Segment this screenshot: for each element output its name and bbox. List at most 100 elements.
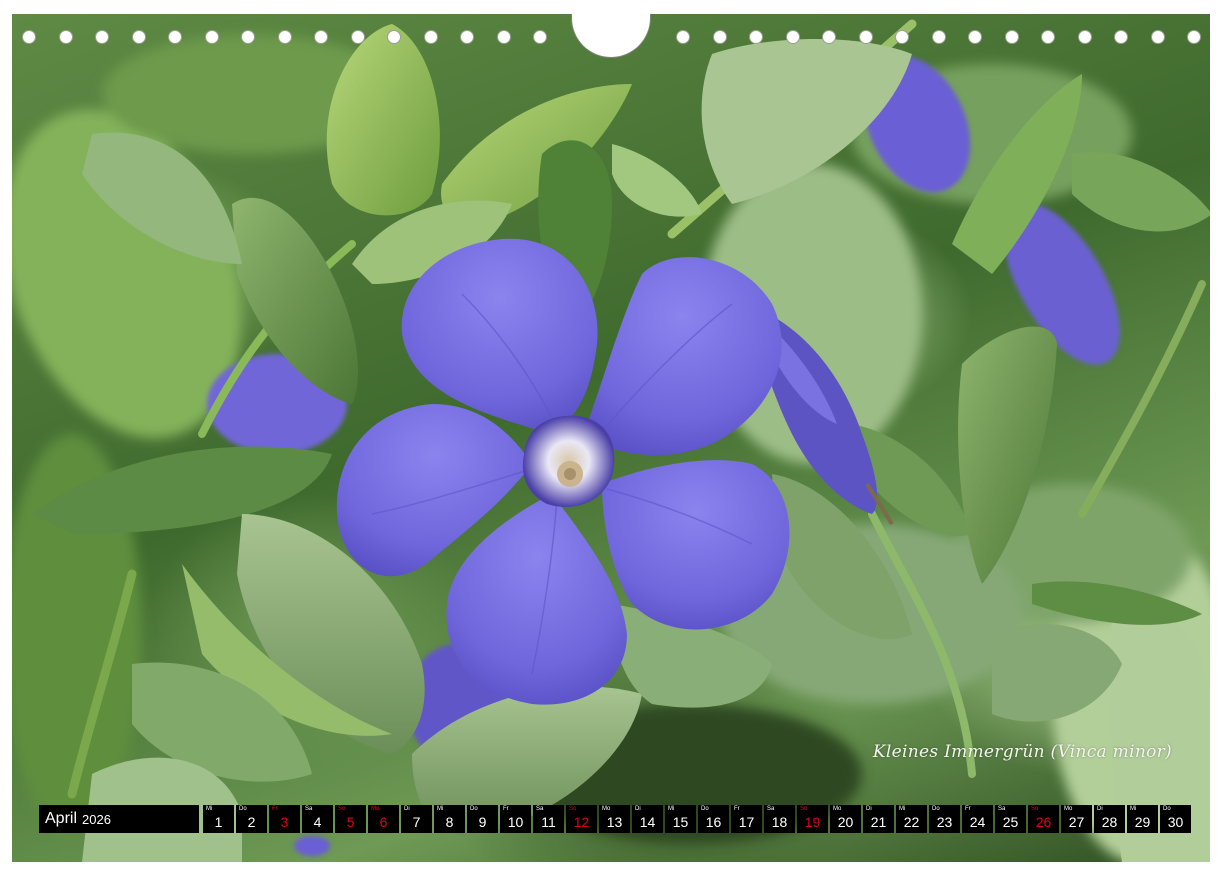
day-number: 14 — [639, 814, 656, 830]
weekday-label: Fr — [965, 806, 971, 812]
punch-hole — [204, 30, 219, 44]
day-number: 13 — [606, 814, 623, 830]
weekday-label: Mo — [371, 806, 380, 812]
calendar-day: So 26 — [1028, 805, 1059, 833]
calendar-day: Sa 18 — [764, 805, 795, 833]
punch-hole — [1077, 30, 1092, 44]
weekday-label: Mi — [1130, 806, 1137, 812]
punch-hole — [712, 30, 727, 44]
punch-hole — [241, 30, 255, 44]
calendar-day: So 12 — [566, 805, 597, 833]
weekday-label: Do — [1163, 806, 1171, 812]
day-number: 5 — [346, 814, 355, 830]
day-number: 23 — [936, 814, 953, 830]
punch-hole — [168, 30, 182, 44]
calendar-strip: April 2026 Mi 1 Do 2 Fr 3 Sa 4 So 5 Mo 6 Di 7 Mi 8 Do 9 Fr… — [39, 805, 1191, 833]
punch-hole — [968, 30, 982, 44]
punch-hole — [895, 30, 909, 44]
weekday-label: So — [1031, 806, 1039, 812]
day-number: 24 — [969, 814, 986, 830]
punch-hole — [58, 30, 73, 44]
calendar-day: So 5 — [335, 805, 366, 833]
punch-hole — [1004, 30, 1019, 44]
weekday-label: So — [569, 806, 577, 812]
month-name: April — [45, 810, 78, 827]
weekday-label: Mo — [833, 806, 842, 812]
punch-hole — [460, 30, 474, 44]
weekday-label: Mi — [206, 806, 213, 812]
day-number: 26 — [1035, 814, 1052, 830]
calendar-day: Fr 3 — [269, 805, 300, 833]
weekday-label: Fr — [272, 806, 278, 812]
calendar-day: Do 30 — [1160, 805, 1191, 833]
day-number: 6 — [379, 814, 388, 830]
periwinkle-photo — [12, 19, 1210, 862]
punch-hole — [387, 30, 401, 44]
calendar-day: Mo 27 — [1061, 805, 1092, 833]
weekday-label: Do — [239, 806, 247, 812]
punch-hole — [676, 30, 690, 44]
calendar-day: Mi 29 — [1127, 805, 1158, 833]
calendar-day: Di 21 — [863, 805, 894, 833]
day-number: 20 — [837, 814, 854, 830]
calendar-day: So 19 — [797, 805, 828, 833]
day-number: 2 — [247, 814, 256, 830]
weekday-label: So — [338, 806, 346, 812]
day-number: 12 — [573, 814, 590, 830]
weekday-label: Do — [701, 806, 709, 812]
day-number: 10 — [507, 814, 524, 830]
month-label: April 2026 — [39, 805, 199, 833]
day-number: 8 — [445, 814, 454, 830]
punch-hole — [131, 30, 146, 44]
day-number: 3 — [280, 814, 289, 830]
day-number: 18 — [771, 814, 788, 830]
weekday-label: So — [800, 806, 808, 812]
punch-hole — [22, 30, 36, 44]
weekday-label: Di — [404, 806, 410, 812]
weekday-label: Sa — [998, 806, 1006, 812]
punch-hole — [533, 30, 547, 44]
calendar-day: Do 16 — [698, 805, 729, 833]
calendar-day: Sa 11 — [533, 805, 564, 833]
day-number: 19 — [804, 814, 821, 830]
punch-hole — [350, 30, 365, 44]
calendar-day: Sa 25 — [995, 805, 1026, 833]
weekday-label: Do — [470, 806, 478, 812]
day-number: 16 — [705, 814, 722, 830]
day-number: 28 — [1101, 814, 1118, 830]
day-number: 15 — [672, 814, 689, 830]
weekday-label: Do — [932, 806, 940, 812]
calendar-day: Mo 20 — [830, 805, 861, 833]
calendar-photo: Kleines Immergrün (Vinca minor) April 20… — [12, 14, 1210, 862]
day-number: 1 — [214, 814, 223, 830]
calendar-day: Mo 13 — [599, 805, 630, 833]
weekday-label: Di — [1097, 806, 1103, 812]
calendar-day: Mi 1 — [203, 805, 234, 833]
weekday-label: Sa — [767, 806, 775, 812]
punch-hole — [1041, 30, 1055, 44]
weekday-label: Mo — [602, 806, 611, 812]
weekday-label: Mo — [1064, 806, 1073, 812]
month-year: 2026 — [82, 811, 111, 827]
punch-hole — [822, 30, 836, 44]
calendar-day: Fr 10 — [500, 805, 531, 833]
day-number: 21 — [870, 814, 887, 830]
weekday-label: Mi — [899, 806, 906, 812]
weekday-label: Sa — [536, 806, 544, 812]
punch-hole — [858, 30, 873, 44]
punch-hole — [314, 30, 328, 44]
punch-hole — [277, 30, 292, 44]
calendar-day: Mi 8 — [434, 805, 465, 833]
calendar-day: Mi 15 — [665, 805, 696, 833]
calendar-day: Di 7 — [401, 805, 432, 833]
calendar-day: Di 14 — [632, 805, 663, 833]
punch-hole — [496, 30, 511, 44]
weekday-label: Di — [635, 806, 641, 812]
day-number: 25 — [1002, 814, 1019, 830]
day-number: 27 — [1068, 814, 1085, 830]
day-cells: Mi 1 Do 2 Fr 3 Sa 4 So 5 Mo 6 Di 7 Mi 8 Do 9 Fr 10 Sa 11 So 12 M… — [201, 805, 1191, 833]
weekday-label: Mi — [668, 806, 675, 812]
punch-hole — [749, 30, 763, 44]
weekday-label: Di — [866, 806, 872, 812]
calendar-day: Sa 4 — [302, 805, 333, 833]
